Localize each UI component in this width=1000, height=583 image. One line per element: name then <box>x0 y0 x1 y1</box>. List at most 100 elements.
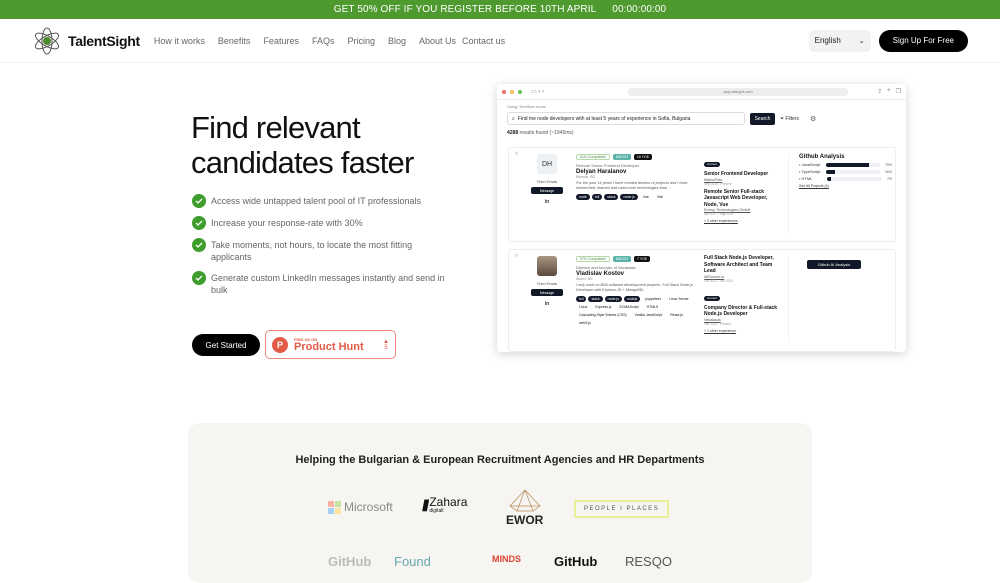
language-pct: 16% <box>884 169 892 174</box>
bookmark-icon[interactable]: ⌑ <box>515 253 518 259</box>
feature-text: Access wide untapped talent pool of IT p… <box>211 196 421 206</box>
promo-text: GET 50% OFF IF YOU REGISTER BEFORE 10TH … <box>333 4 597 15</box>
linkedin-icon[interactable]: in <box>545 301 549 307</box>
hero-title-line2: candidates faster <box>191 145 414 180</box>
ewor-logo: EWOR <box>506 489 543 527</box>
language-bar-fill <box>826 162 869 167</box>
sign-up-button[interactable]: Sign Up For Free <box>878 29 968 52</box>
feature-list: Access wide untapped talent pool of IT p… <box>192 194 452 304</box>
fetch-emails-link[interactable]: Fetch Emails <box>537 180 557 184</box>
language-name: • TypeScript <box>799 169 821 174</box>
search-icon: ⌕ <box>512 115 515 122</box>
filters-button[interactable]: ⏷ Filters <box>780 116 799 122</box>
check-circle-icon <box>192 271 206 285</box>
nav-pricing[interactable]: Pricing <box>347 36 375 46</box>
language-pct: 79% <box>884 162 892 167</box>
feature-text: Increase your response-rate with 30% <box>211 218 363 228</box>
settings-gear-icon[interactable]: ⚙ <box>810 115 816 123</box>
skill-tag: Vite <box>656 195 663 199</box>
skill-tag: Linux Server <box>669 297 689 301</box>
match-badge: MATCH <box>612 256 631 262</box>
language-value: English <box>814 36 841 45</box>
ph-vote-count: 5 <box>384 344 388 351</box>
avatar: DH <box>537 154 557 174</box>
see-all-projects-link[interactable]: See All Projects (4) <box>799 184 892 188</box>
candidate-card: ⌑ Fetch Emails Message in 57% Compatible… <box>508 249 896 352</box>
nav-contact-us[interactable]: Contact us <box>462 36 505 46</box>
check-circle-icon <box>192 238 206 252</box>
fetch-emails-link[interactable]: Fetch Emails <box>537 282 557 286</box>
language-name: • HTML <box>799 176 813 181</box>
nav-benefits[interactable]: Benefits <box>218 36 251 46</box>
more-experiences-link[interactable]: + 3 other experiences <box>704 219 782 223</box>
language-select[interactable]: English ⌄ <box>808 29 871 52</box>
new-tab-icon: + <box>887 88 891 94</box>
job-dates: Oct 2021 - Jun 2023 <box>704 278 733 283</box>
github-logo: GitHub <box>554 554 598 569</box>
atom-logo-icon <box>34 27 60 54</box>
skill-tag: React.js <box>670 313 683 317</box>
brand-logo[interactable]: TalentSight <box>32 27 140 55</box>
nav-features[interactable]: Features <box>263 36 299 46</box>
github-logo: GitHub <box>328 554 372 569</box>
check-circle-icon <box>192 216 206 230</box>
compatibility-badge: 57% Compatible <box>576 256 610 262</box>
experience-list: Full Stack Node.js Developer, Software A… <box>704 254 782 333</box>
app-preview-browser: ▭ ‹ › app.talsight.com ⇪ + ❐ Using: Nextfl… <box>497 84 906 352</box>
language-pct: 7% <box>886 176 892 181</box>
linkedin-icon[interactable]: in <box>545 199 549 205</box>
github-ai-analysis-button[interactable]: Github AI Analysis <box>807 260 861 269</box>
hero-title-line1: Find relevant <box>191 110 361 145</box>
job-title: Remote Senior Full-stack Javascript Web … <box>704 188 768 208</box>
github-language-row: • TypeScript 16% <box>799 169 892 174</box>
match-badge: MATCH <box>612 154 631 160</box>
message-button[interactable]: Message <box>531 187 563 194</box>
nav-about-us[interactable]: About Us <box>419 36 456 46</box>
maximize-dot-icon <box>518 89 522 94</box>
candidate-location: Sliven, BG <box>576 277 593 281</box>
search-button[interactable]: Search <box>750 112 775 125</box>
nav-blog[interactable]: Blog <box>388 36 406 46</box>
minimize-dot-icon <box>510 89 514 94</box>
results-count: 4288 <box>507 130 519 136</box>
skill-tag: Vue <box>642 195 649 199</box>
language-bar <box>826 162 880 167</box>
job-title: Company Director & Full-stack Node.js De… <box>704 304 778 318</box>
tabs-icon: ❐ <box>895 89 901 95</box>
filters-label: Filters <box>785 115 800 122</box>
browser-toolbar: ▭ ‹ › app.talsight.com ⇪ + ❐ <box>497 84 906 100</box>
microsoft-squares-icon <box>328 500 341 514</box>
message-button[interactable]: Message <box>531 289 563 296</box>
language-bar-fill <box>826 169 835 174</box>
skill-tag: Express.js <box>595 305 612 309</box>
skill-tag: full <box>576 296 587 302</box>
check-circle-icon <box>192 194 206 208</box>
promo-banner: GET 50% OFF IF YOU REGISTER BEFORE 10TH … <box>0 0 1000 19</box>
ph-big-text: Product Hunt <box>294 340 364 353</box>
feature-item: Take moments, not hours, to locate the m… <box>192 238 452 263</box>
resqo-logo: RESQO <box>625 554 672 569</box>
get-started-button[interactable]: Get Started <box>192 334 260 356</box>
candidate-bio: I only work on B2B software development … <box>576 283 693 292</box>
skill-tag: nodejs <box>623 296 641 302</box>
candidate-bio: For the past 14 years I have created doz… <box>576 181 688 190</box>
search-query: Find me node developers with at least 5 … <box>517 115 691 122</box>
hero-title: Find relevant candidates faster <box>191 110 414 180</box>
current-badge: Current <box>704 162 721 167</box>
search-input[interactable]: ⌕ Find me node developers with at least … <box>507 112 745 125</box>
bookmark-icon[interactable]: ⌑ <box>515 151 518 157</box>
job-dates: Apr 2017 - Aug 2019 <box>704 212 734 216</box>
language-bar-fill <box>826 176 831 181</box>
clients-section: Helping the Bulgarian & European Recruit… <box>188 423 812 583</box>
more-experiences-link[interactable]: + 1 other experience <box>704 329 782 333</box>
nav-how-it-works[interactable]: How it works <box>154 36 205 46</box>
candidate-card: ⌑ DH Fetch Emails Message in 81% Compati… <box>508 147 896 242</box>
job-dates: Sep 2019 - Present <box>704 181 732 186</box>
skill-tag: node <box>576 194 590 200</box>
results-summary: 4288 results found (~1945ms) <box>507 130 896 136</box>
experience-list: Current Senior Frontend Developer MamoPo… <box>704 152 782 223</box>
nav-faqs[interactable]: FAQs <box>312 36 335 46</box>
zahara-text: Zahara <box>429 495 468 509</box>
product-hunt-badge[interactable]: P FIND US ON Product Hunt ▲ 5 <box>265 330 396 359</box>
skill-tag: node.js <box>620 194 638 200</box>
